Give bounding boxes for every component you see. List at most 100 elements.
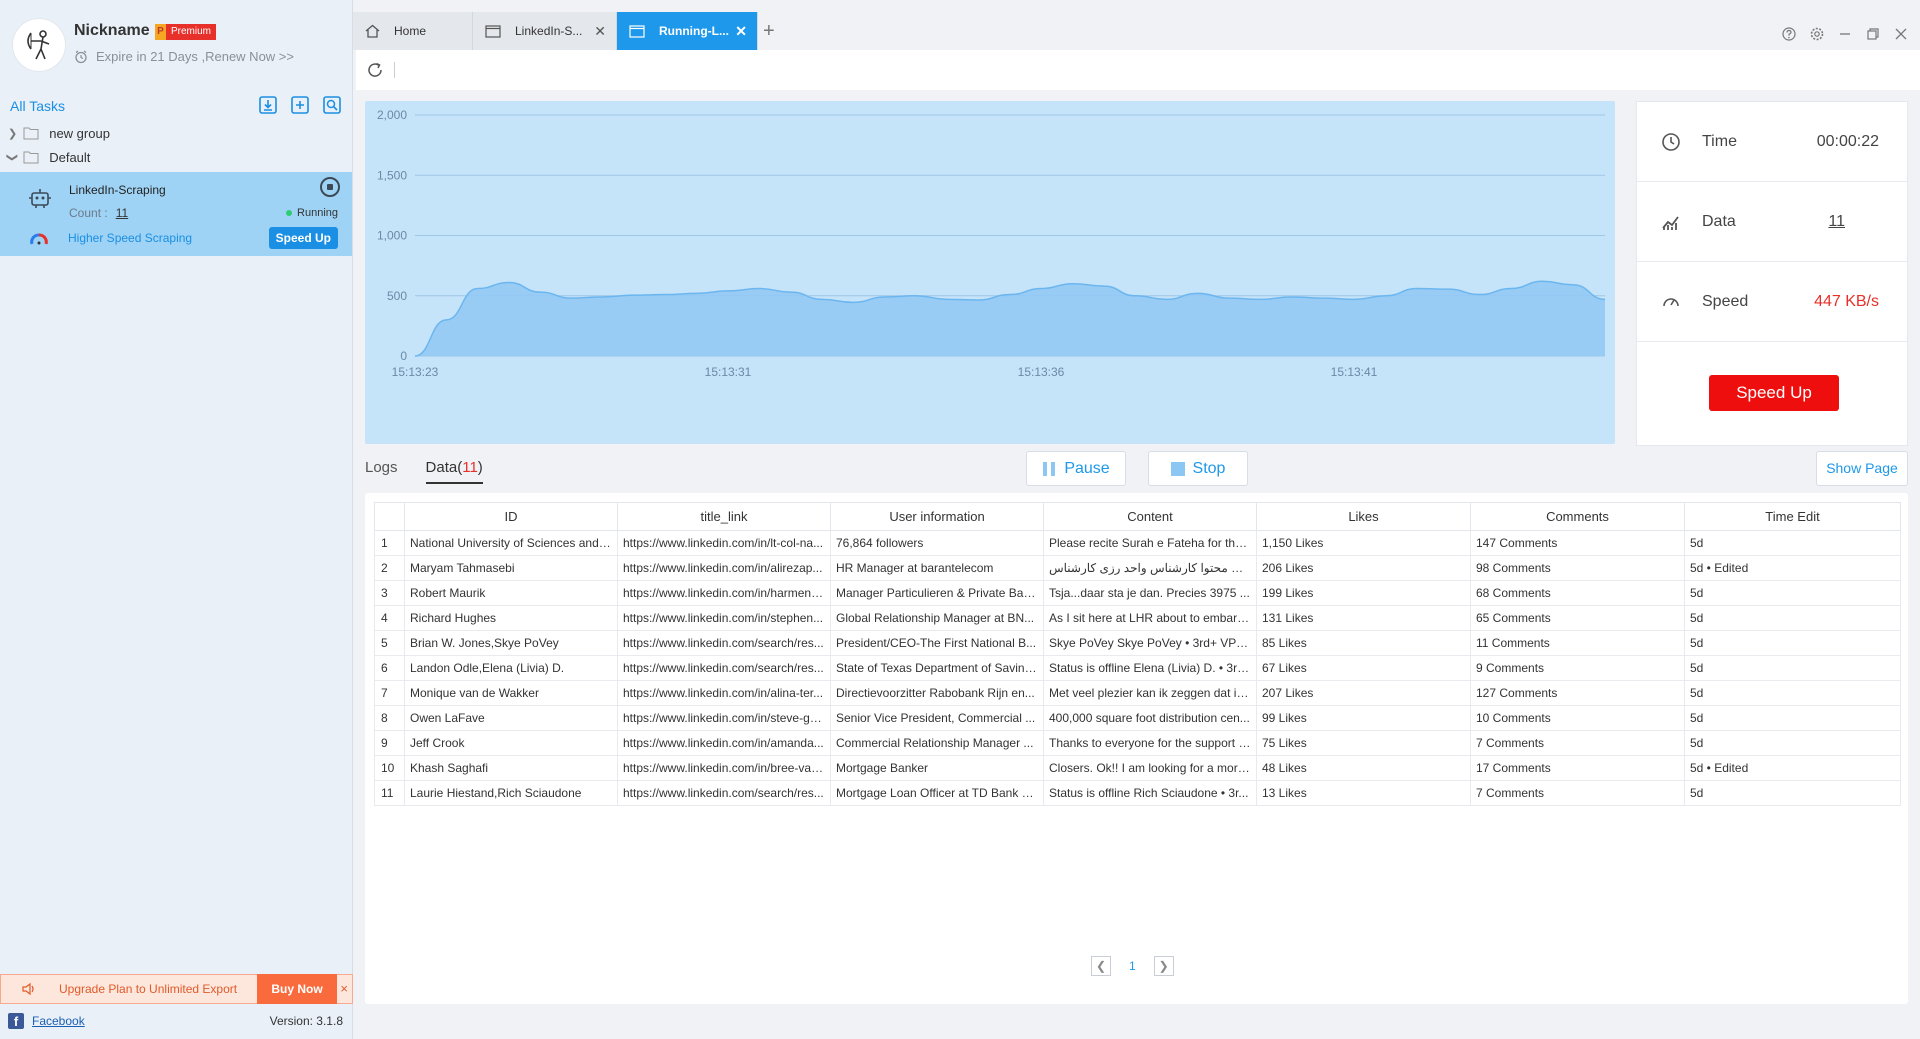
table-cell[interactable]: 17 Comments: [1470, 755, 1685, 781]
all-tasks-title[interactable]: All Tasks: [10, 98, 65, 114]
row-index-cell[interactable]: 5: [374, 630, 405, 656]
table-cell[interactable]: As I sit here at LHR about to embark...: [1043, 605, 1257, 631]
table-row[interactable]: 6 Landon Odle,Elena (Livia) D. https://www…: [374, 655, 1901, 681]
column-header[interactable]: ID: [404, 502, 618, 531]
add-tab-icon[interactable]: +: [763, 20, 775, 43]
table-cell[interactable]: 11 Comments: [1470, 630, 1685, 656]
close-window-icon[interactable]: [1894, 27, 1908, 41]
add-task-icon[interactable]: [289, 94, 311, 116]
search-task-icon[interactable]: [321, 94, 343, 116]
table-cell[interactable]: 13 Likes: [1256, 780, 1471, 806]
table-cell[interactable]: https://www.linkedin.com/in/alirezap...: [617, 555, 831, 581]
table-cell[interactable]: 400,000 square foot distribution cen...: [1043, 705, 1257, 731]
table-cell[interactable]: https://www.linkedin.com/search/res...: [617, 630, 831, 656]
table-row[interactable]: 4 Richard Hughes https://www.linkedin.com/…: [374, 605, 1901, 631]
row-index-cell[interactable]: 9: [374, 730, 405, 756]
refresh-icon[interactable]: [366, 61, 384, 79]
table-cell[interactable]: 48 Likes: [1256, 755, 1471, 781]
table-cell[interactable]: State of Texas Department of Saving...: [830, 655, 1044, 681]
tab-home[interactable]: Home: [353, 12, 473, 50]
table-row[interactable]: 8 Owen LaFave https://www.linkedin.com/in/…: [374, 705, 1901, 731]
table-cell[interactable]: Tsja...daar sta je dan. Precies 3975 ...: [1043, 580, 1257, 606]
row-index-cell[interactable]: 10: [374, 755, 405, 781]
table-cell[interactable]: 147 Comments: [1470, 530, 1685, 556]
table-cell[interactable]: 7 Comments: [1470, 780, 1685, 806]
table-cell[interactable]: 75 Likes: [1256, 730, 1471, 756]
group-row-new-group[interactable]: ❯ new group: [0, 121, 353, 145]
row-index-cell[interactable]: 7: [374, 680, 405, 706]
table-row[interactable]: 10 Khash Saghafi https://www.linkedin.com/…: [374, 755, 1901, 781]
table-cell[interactable]: 5d • Edited: [1684, 755, 1901, 781]
avatar[interactable]: [12, 18, 66, 72]
table-cell[interactable]: 5d: [1684, 630, 1901, 656]
tab-running[interactable]: Running-L... ✕: [617, 12, 758, 50]
table-cell[interactable]: Maryam Tahmasebi: [404, 555, 618, 581]
column-header[interactable]: Time Edit: [1684, 502, 1901, 531]
help-icon[interactable]: [1782, 27, 1796, 41]
table-cell[interactable]: https://www.linkedin.com/in/harmen-...: [617, 580, 831, 606]
table-cell[interactable]: Mortgage Loan Officer at TD Bank N...: [830, 780, 1044, 806]
table-row[interactable]: 9 Jeff Crook https://www.linkedin.com/in/a…: [374, 730, 1901, 756]
table-cell[interactable]: 76,864 followers: [830, 530, 1044, 556]
table-cell[interactable]: 206 Likes: [1256, 555, 1471, 581]
table-cell[interactable]: 207 Likes: [1256, 680, 1471, 706]
facebook-link[interactable]: Facebook: [32, 1014, 85, 1028]
buy-now-button[interactable]: Buy Now: [257, 974, 337, 1004]
row-index-cell[interactable]: 11: [374, 780, 405, 806]
import-task-icon[interactable]: [257, 94, 279, 116]
table-row[interactable]: 3 Robert Maurik https://www.linkedin.com/i…: [374, 580, 1901, 606]
data-value[interactable]: 11: [1828, 213, 1845, 231]
table-cell[interactable]: Global Relationship Manager at BN...: [830, 605, 1044, 631]
tab-data[interactable]: Data(11): [425, 459, 483, 484]
table-cell[interactable]: HR Manager at barantelecom: [830, 555, 1044, 581]
table-cell[interactable]: Owen LaFave: [404, 705, 618, 731]
prev-page-icon[interactable]: ❮: [1091, 956, 1111, 976]
table-cell[interactable]: 85 Likes: [1256, 630, 1471, 656]
table-cell[interactable]: Directievoorzitter Rabobank Rijn en...: [830, 680, 1044, 706]
table-cell[interactable]: Closers. Ok!! I am looking for a mortg..…: [1043, 755, 1257, 781]
table-row[interactable]: 7 Monique van de Wakker https://www.linked…: [374, 680, 1901, 706]
table-row[interactable]: 2 Maryam Tahmasebi https://www.linkedin.co…: [374, 555, 1901, 581]
column-header[interactable]: Comments: [1470, 502, 1685, 531]
table-cell[interactable]: 9 Comments: [1470, 655, 1685, 681]
table-cell[interactable]: Landon Odle,Elena (Livia) D.: [404, 655, 618, 681]
stop-button[interactable]: Stop: [1148, 451, 1248, 486]
minimize-icon[interactable]: [1838, 27, 1852, 41]
table-cell[interactable]: Brian W. Jones,Skye PoVey: [404, 630, 618, 656]
table-cell[interactable]: 1,150 Likes: [1256, 530, 1471, 556]
table-cell[interactable]: رشناس تامین محتوا کارشناس واحد رزی کارشن…: [1043, 555, 1257, 581]
table-cell[interactable]: https://www.linkedin.com/in/lt-col-na...: [617, 530, 831, 556]
task-card[interactable]: LinkedIn-Scraping Count : 11 Running High…: [0, 172, 352, 256]
table-cell[interactable]: Met veel plezier kan ik zeggen dat ik...: [1043, 680, 1257, 706]
table-cell[interactable]: 5d: [1684, 580, 1901, 606]
close-icon[interactable]: ✕: [594, 23, 606, 40]
table-cell[interactable]: Please recite Surah e Fateha for the...: [1043, 530, 1257, 556]
table-cell[interactable]: 67 Likes: [1256, 655, 1471, 681]
table-cell[interactable]: https://www.linkedin.com/in/stephen...: [617, 605, 831, 631]
table-cell[interactable]: Jeff Crook: [404, 730, 618, 756]
task-count-value[interactable]: 11: [116, 206, 128, 220]
pause-button[interactable]: Pause: [1026, 451, 1126, 486]
table-cell[interactable]: Skye PoVey Skye PoVey • 3rd+ VP o...: [1043, 630, 1257, 656]
chevron-down-icon[interactable]: ❯: [6, 152, 19, 161]
column-header[interactable]: User information: [830, 502, 1044, 531]
facebook-icon[interactable]: f: [8, 1013, 24, 1029]
table-cell[interactable]: https://www.linkedin.com/in/steve-gri...: [617, 705, 831, 731]
table-cell[interactable]: National University of Sciences and Tech…: [404, 530, 618, 556]
table-cell[interactable]: https://www.linkedin.com/in/amanda...: [617, 730, 831, 756]
table-cell[interactable]: Manager Particulieren & Private Ban...: [830, 580, 1044, 606]
table-cell[interactable]: Mortgage Banker: [830, 755, 1044, 781]
table-cell[interactable]: 5d: [1684, 680, 1901, 706]
table-cell[interactable]: 99 Likes: [1256, 705, 1471, 731]
table-cell[interactable]: 5d: [1684, 605, 1901, 631]
expire-notice[interactable]: Expire in 21 Days ,Renew Now >>: [74, 49, 294, 64]
column-header[interactable]: title_link: [617, 502, 831, 531]
table-cell[interactable]: Commercial Relationship Manager ...: [830, 730, 1044, 756]
row-index-cell[interactable]: 6: [374, 655, 405, 681]
table-cell[interactable]: Richard Hughes: [404, 605, 618, 631]
table-cell[interactable]: 65 Comments: [1470, 605, 1685, 631]
upgrade-message[interactable]: Upgrade Plan to Unlimited Export: [21, 982, 237, 996]
table-cell[interactable]: 127 Comments: [1470, 680, 1685, 706]
table-cell[interactable]: 5d: [1684, 530, 1901, 556]
stop-task-icon[interactable]: [320, 177, 340, 197]
